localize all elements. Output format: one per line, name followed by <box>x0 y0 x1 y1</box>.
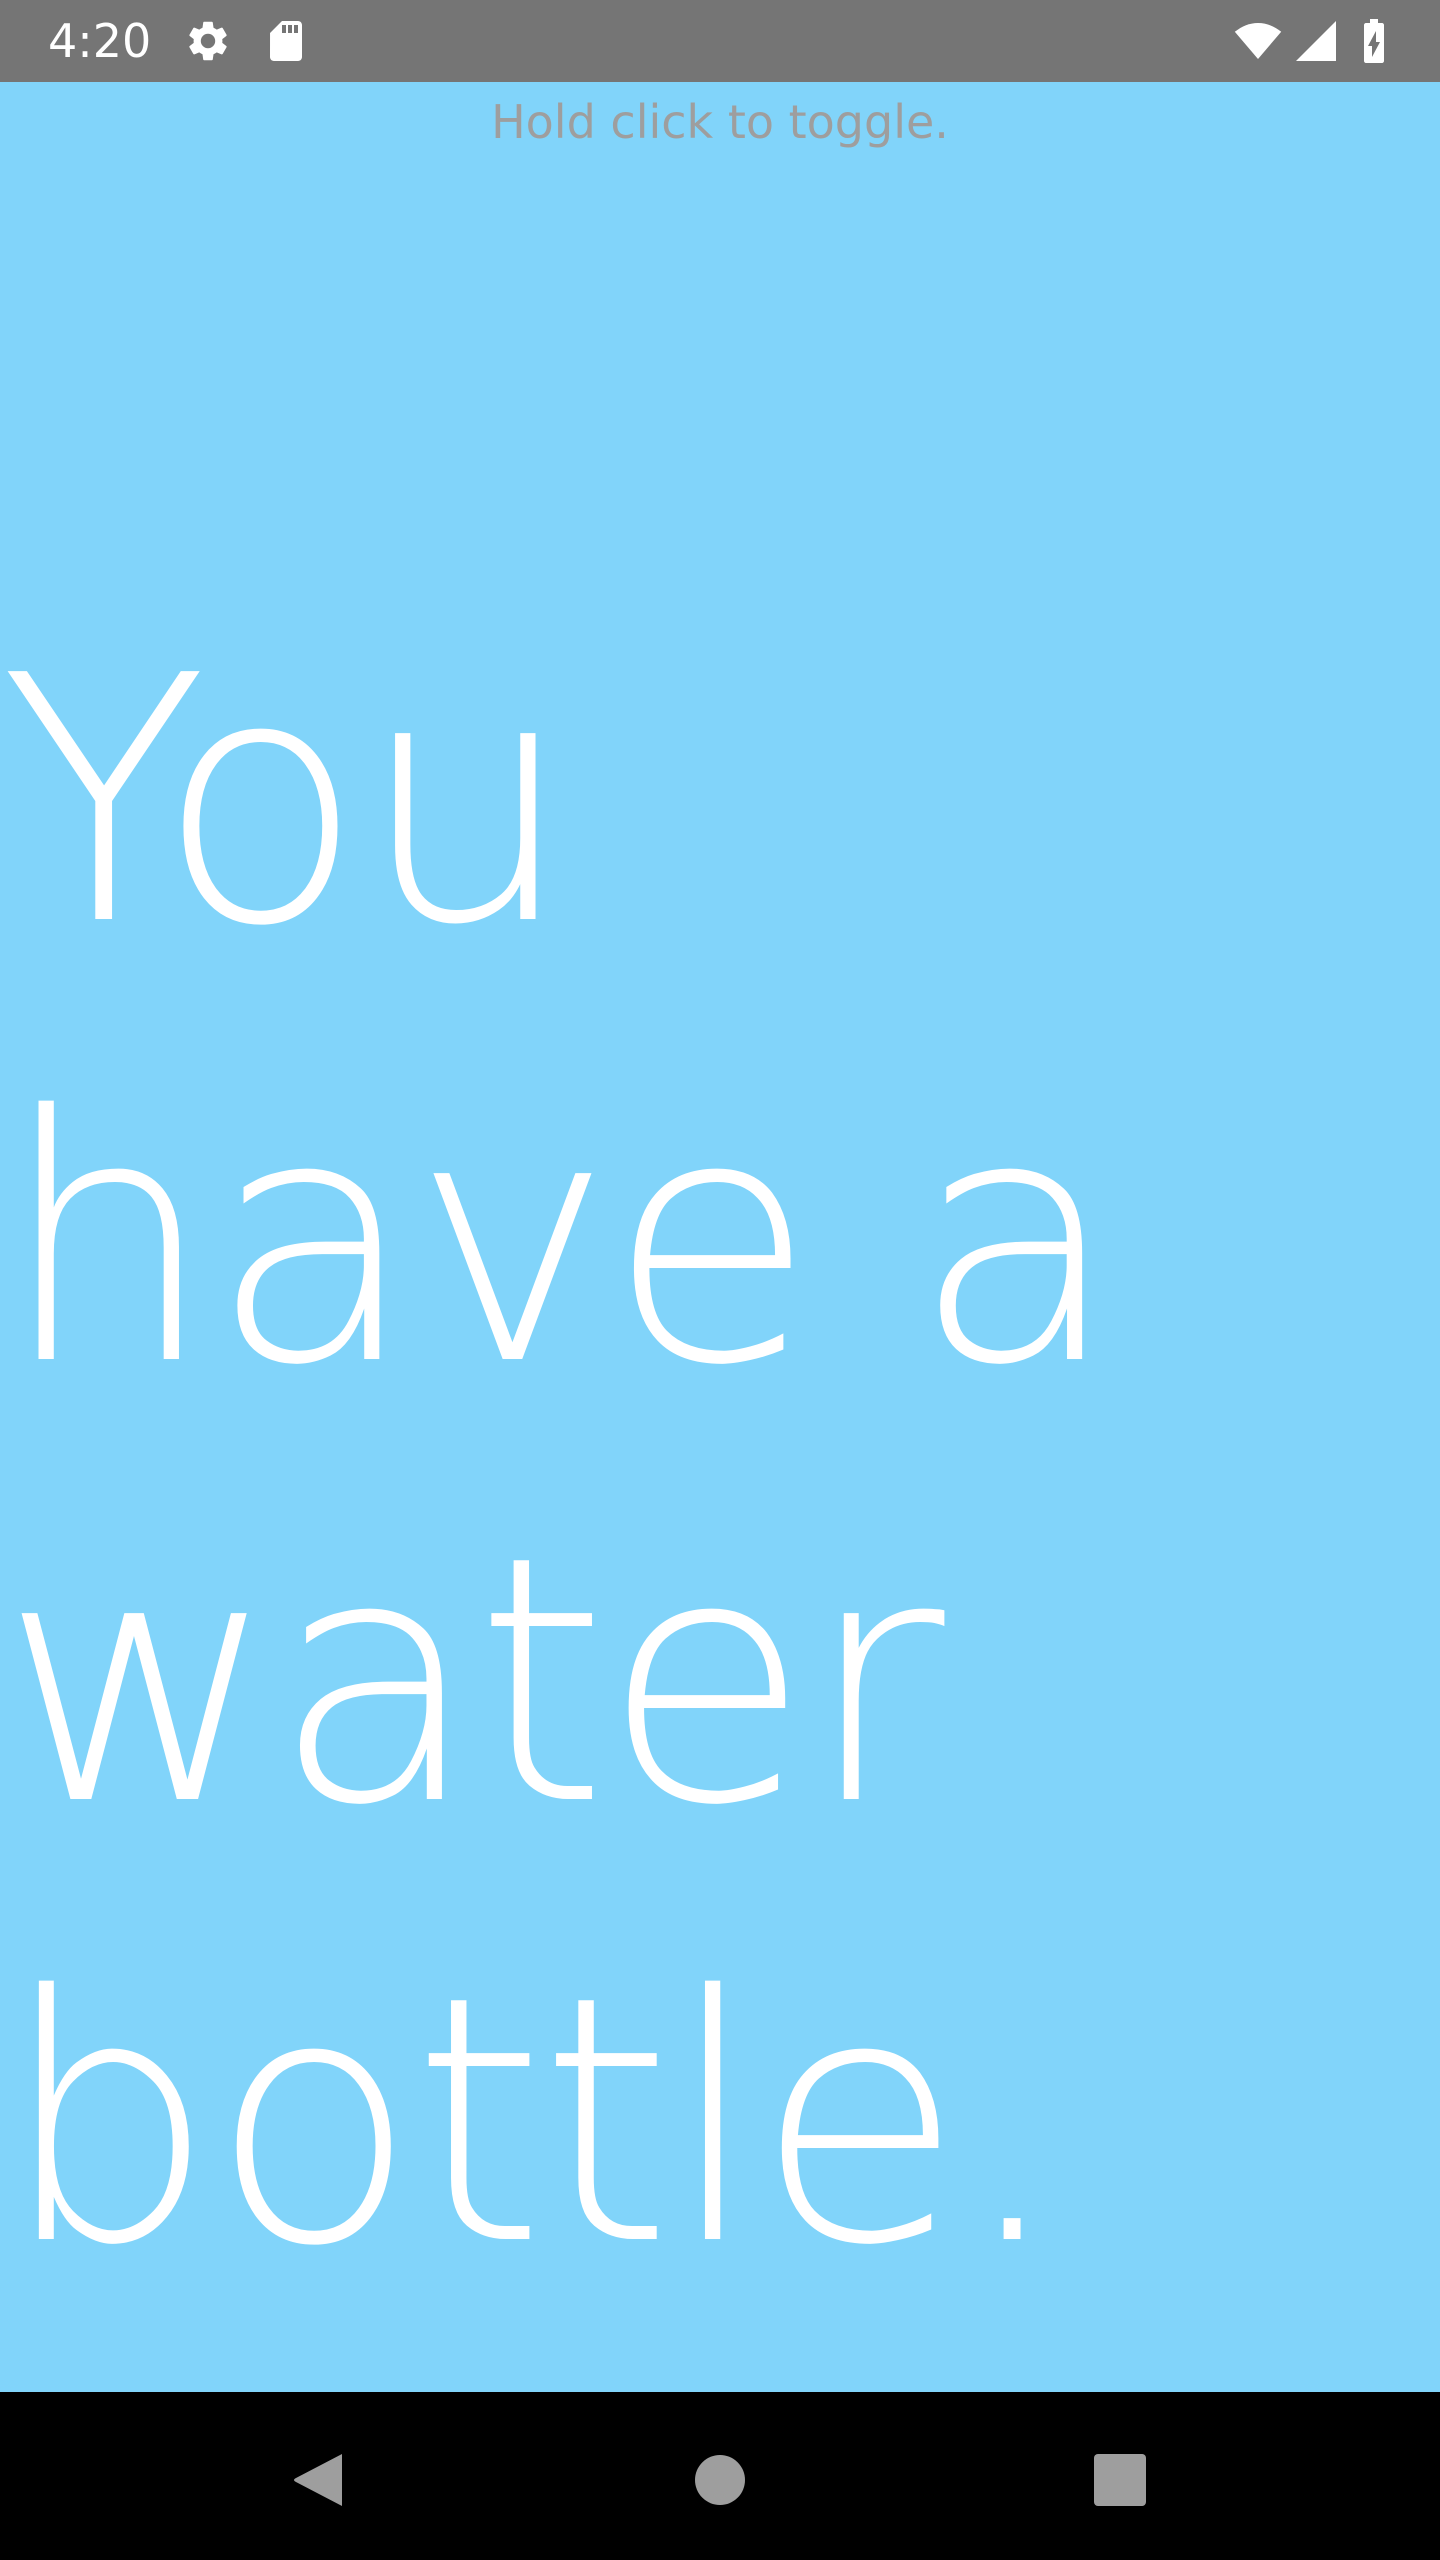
back-icon[interactable] <box>290 2450 350 2510</box>
wifi-icon <box>1230 17 1286 65</box>
status-bar: 4:20 <box>0 0 1440 82</box>
home-icon[interactable] <box>690 2450 750 2510</box>
message-text[interactable]: You have a water bottle. <box>0 582 1400 2342</box>
phone-screen: 4:20 Hold click to toggle. You have a wa… <box>0 0 1440 2560</box>
recents-icon[interactable] <box>1090 2450 1150 2510</box>
gear-icon <box>184 17 232 65</box>
cell-signal-icon <box>1292 17 1340 65</box>
toggle-hint: Hold click to toggle. <box>491 95 949 149</box>
sd-card-icon <box>262 17 310 65</box>
status-time: 4:20 <box>48 14 152 68</box>
navigation-bar <box>0 2392 1440 2560</box>
battery-charging-icon <box>1356 17 1392 65</box>
app-content[interactable]: Hold click to toggle. You have a water b… <box>0 82 1440 2392</box>
